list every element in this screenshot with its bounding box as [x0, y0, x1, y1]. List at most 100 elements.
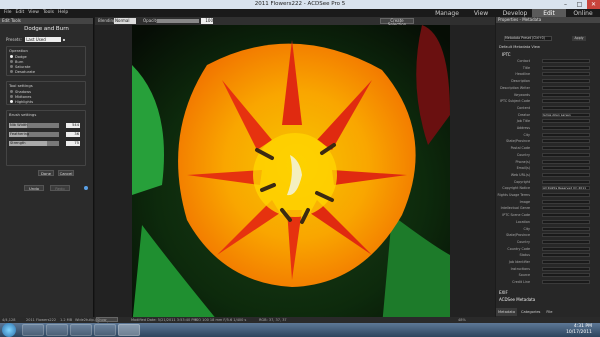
done-button[interactable]: Done [38, 170, 54, 176]
apply-button[interactable]: Apply [572, 36, 586, 41]
metadata-label: Title [522, 65, 530, 70]
metadata-value-field[interactable] [542, 99, 590, 104]
metadata-value-field[interactable] [542, 273, 590, 278]
metadata-value-field[interactable] [542, 152, 590, 157]
help-icon[interactable] [84, 186, 88, 190]
metadata-value-field[interactable] [542, 266, 590, 271]
radio-dot [10, 70, 13, 73]
show-saved-button[interactable]: Show Saved [96, 317, 118, 326]
metadata-value-field[interactable] [542, 213, 590, 218]
opacity-slider[interactable] [157, 19, 199, 23]
tab-file[interactable]: File [544, 308, 554, 316]
metadata-row: Web URL(s) [500, 172, 592, 178]
metadata-value-field[interactable] [542, 233, 590, 238]
metadata-value-field[interactable] [542, 206, 590, 211]
metadata-label: State/Province [506, 139, 530, 144]
radio-highlights[interactable]: Highlights [10, 99, 85, 104]
metadata-value-field[interactable] [542, 219, 590, 224]
metadata-value-field[interactable] [542, 79, 590, 84]
metadata-value-field[interactable] [542, 85, 590, 90]
metadata-label: Source [518, 273, 530, 278]
metadata-value-field[interactable] [542, 239, 590, 244]
metadata-value-field[interactable] [542, 92, 590, 97]
metadata-row: Title [500, 65, 592, 71]
tulip-photo[interactable] [132, 25, 450, 326]
metadata-row: Email(s) [500, 166, 592, 171]
metadata-value-field[interactable] [542, 193, 590, 197]
metadata-label: Location [516, 219, 530, 224]
metadata-view-select[interactable]: Metadata Preset (Ctrl+0) [504, 36, 552, 41]
metadata-label: Description [511, 79, 530, 84]
metadata-label: IPTC Scene Code [502, 213, 530, 218]
metadata-row: Country Code [500, 246, 592, 252]
exif-section-toggle[interactable]: EXIF [499, 290, 508, 295]
metadata-value-field[interactable]: All Rights Reserved (C) 2011 [542, 186, 590, 191]
metadata-label: Credit Line [512, 280, 530, 285]
taskbar-ie-icon[interactable] [22, 324, 44, 336]
menu-help[interactable]: Help [58, 10, 68, 15]
create-selection-button[interactable]: Create Selection [380, 18, 414, 27]
cancel-button[interactable]: Cancel [58, 170, 74, 176]
taskbar-explorer-icon[interactable] [46, 324, 68, 336]
blending-select[interactable]: Normal [114, 18, 136, 24]
maximize-button[interactable]: □ [573, 0, 586, 9]
undo-button[interactable]: Undo [24, 185, 44, 191]
metadata-value-field[interactable] [542, 226, 590, 231]
metadata-row: Contact [500, 59, 592, 64]
metadata-row: Image [500, 199, 592, 205]
menu-edit[interactable]: Edit [16, 10, 25, 15]
properties-header: Properties - Metadata [496, 17, 600, 23]
taskbar-app-icon[interactable] [94, 324, 116, 336]
radio-desaturate[interactable]: Desaturate [10, 69, 85, 74]
tool-title: Dodge and Burn [24, 26, 69, 32]
strength-value[interactable]: 75 [66, 141, 80, 146]
metadata-value-field[interactable] [542, 179, 590, 184]
menu-view[interactable]: View [28, 10, 39, 15]
presets-select[interactable]: Last Used [25, 37, 62, 42]
metadata-value-field[interactable] [542, 132, 590, 137]
radio-label: Shadows [15, 89, 32, 94]
taskbar-media-icon[interactable] [70, 324, 92, 336]
acdsee-metadata-toggle[interactable]: ACDSee Metadata [499, 297, 535, 302]
taskbar-acdsee-icon[interactable] [118, 324, 140, 336]
metadata-value-field[interactable] [542, 280, 590, 285]
tab-categories[interactable]: Categories [519, 308, 542, 316]
save-preset-icon[interactable]: ▪ [62, 37, 65, 42]
title-bar: 2011 Flowers222 - ACDSee Pro 5 – □ ✕ [0, 0, 600, 9]
menu-file[interactable]: File [4, 10, 12, 15]
redo-button[interactable]: Redo [50, 185, 70, 191]
opacity-value[interactable]: 100 [201, 18, 213, 24]
metadata-value-field[interactable] [542, 246, 590, 251]
metadata-value-field[interactable] [542, 65, 590, 70]
metadata-value-field[interactable] [542, 260, 590, 264]
start-button-icon[interactable] [2, 323, 16, 337]
taskbar-clock: 4:31 PM 10/17/2011 [566, 324, 592, 336]
metadata-value-field[interactable] [542, 105, 590, 110]
tab-metadata[interactable]: Metadata [496, 308, 518, 316]
close-button[interactable]: ✕ [587, 0, 600, 9]
metadata-value-field[interactable] [542, 172, 590, 177]
menu-tools[interactable]: Tools [43, 10, 54, 15]
metadata-row: Creator Jamie Allen Larsen [500, 112, 592, 118]
radio-dot [10, 95, 13, 98]
metadata-value-field[interactable] [542, 159, 590, 164]
metadata-value-field[interactable]: Jamie Allen Larsen [542, 112, 590, 117]
iptc-section-toggle[interactable]: IPTC [502, 52, 511, 57]
metadata-value-field[interactable] [542, 139, 590, 144]
metadata-value-field[interactable] [542, 166, 590, 171]
nib-width-label: Nib Width [10, 123, 28, 127]
metadata-value-field[interactable] [542, 72, 590, 77]
metadata-value-field[interactable] [542, 126, 590, 130]
metadata-label: Content [516, 105, 530, 110]
metadata-value-field[interactable] [542, 146, 590, 151]
metadata-value-field[interactable] [542, 199, 590, 204]
metadata-value-field[interactable] [542, 59, 590, 63]
metadata-value-field[interactable] [542, 119, 590, 124]
minimize-button[interactable]: – [559, 0, 572, 9]
nib-width-value[interactable]: 544 [66, 123, 80, 128]
feathering-value[interactable]: 36 [66, 132, 80, 137]
metadata-row: Job Identifier [500, 260, 592, 265]
metadata-row: State/Province [500, 139, 592, 144]
metadata-value-field[interactable] [542, 253, 590, 258]
operation-heading: Operation [9, 48, 28, 53]
